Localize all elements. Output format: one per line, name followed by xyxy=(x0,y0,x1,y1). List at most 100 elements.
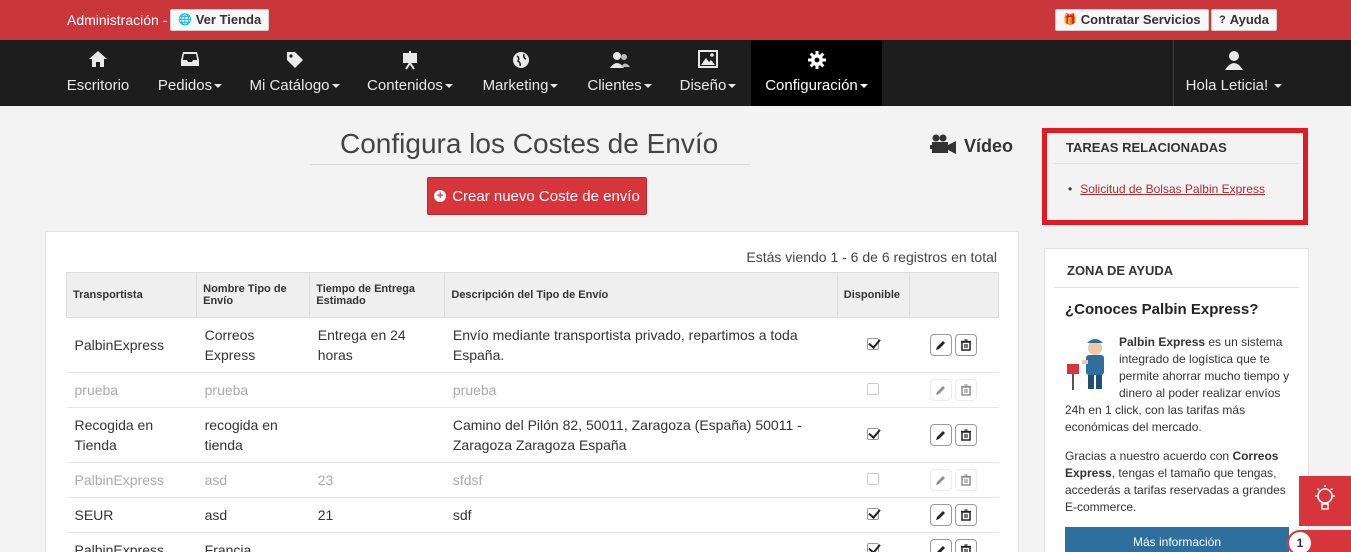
column-header[interactable]: Tiempo de Entrega Estimado xyxy=(309,272,446,318)
nav-contenidos[interactable]: Contenidos xyxy=(358,40,462,106)
create-shipping-cost-button[interactable]: + Crear nuevo Coste de envío xyxy=(427,177,647,215)
nav-escritorio[interactable]: Escritorio xyxy=(57,40,139,106)
edit-button[interactable] xyxy=(930,469,953,491)
contratar-servicios-button[interactable]: 🎁 Contratar Servicios xyxy=(1055,9,1209,31)
tag-icon xyxy=(242,50,347,70)
actions-header xyxy=(908,272,1000,318)
shipping-name-cell: asd xyxy=(196,462,310,498)
trash-icon xyxy=(961,384,972,396)
records-count: Estás viendo 1 - 6 de 6 registros en tot… xyxy=(746,249,997,265)
available-cell xyxy=(837,372,910,408)
delivery-time-cell: Entrega en 24 horas xyxy=(309,317,445,373)
available-checkbox[interactable] xyxy=(867,508,880,520)
more-info-button[interactable]: Más información xyxy=(1065,527,1289,552)
pencil-icon xyxy=(936,386,946,395)
plus-circle-icon: + xyxy=(434,190,447,202)
nav-clientes[interactable]: Clientes xyxy=(579,40,660,106)
shipping-name-cell: prueba xyxy=(196,372,310,408)
nav-label: Hola Leticia! xyxy=(1174,77,1294,94)
description-cell: Envío mediante transportista privado, re… xyxy=(444,317,838,373)
nav-label: Escritorio xyxy=(66,77,130,94)
create-button-label: Crear nuevo Coste de envío xyxy=(452,187,640,205)
ver-tienda-button[interactable]: 🌐 Ver Tienda xyxy=(170,9,270,31)
user-menu[interactable]: Hola Leticia! xyxy=(1174,40,1294,106)
available-checkbox[interactable] xyxy=(867,543,880,552)
help-paragraph-1: Palbin Express es un sistema integrado d… xyxy=(1065,335,1290,434)
delete-button[interactable] xyxy=(955,504,978,526)
trash-icon xyxy=(961,474,972,486)
nav-label: Pedidos xyxy=(149,77,231,94)
easel-icon xyxy=(358,50,462,70)
tips-tab[interactable] xyxy=(1299,476,1351,526)
available-checkbox[interactable] xyxy=(867,338,880,350)
available-checkbox[interactable] xyxy=(867,428,880,440)
available-checkbox[interactable] xyxy=(867,383,880,395)
contratar-label: Contratar Servicios xyxy=(1080,12,1201,27)
available-cell xyxy=(837,462,910,498)
carrier-cell: PalbinExpress xyxy=(66,317,197,373)
trash-icon xyxy=(961,509,972,521)
delete-button[interactable] xyxy=(955,379,978,401)
actions-cell xyxy=(909,462,999,498)
nav-pedidos[interactable]: Pedidos xyxy=(149,40,231,106)
carrier-cell: PalbinExpress xyxy=(66,462,197,498)
related-task-link[interactable]: Solicitud de Bolsas Palbin Express xyxy=(1068,182,1265,196)
edit-button[interactable] xyxy=(930,539,953,552)
delete-button[interactable] xyxy=(955,539,978,552)
actions-cell xyxy=(909,532,999,552)
nav-label: Marketing xyxy=(472,77,569,94)
available-cell xyxy=(837,407,910,463)
nav-mi-catalogo[interactable]: Mi Catálogo xyxy=(242,40,347,106)
ayuda-button[interactable]: ? Ayuda xyxy=(1211,9,1277,31)
globe-icon: 🌐 xyxy=(178,14,192,26)
related-tasks-title: TAREAS RELACIONADAS xyxy=(1066,140,1227,155)
table-row: PalbinExpress Correos Express Entrega en 2… xyxy=(66,317,999,373)
delivery-time-cell: 21 xyxy=(309,497,445,533)
edit-button[interactable] xyxy=(930,334,953,356)
nav-diseno[interactable]: Diseño xyxy=(670,40,746,106)
shipping-costs-table: Transportista Nombre Tipo de Envío Tiemp… xyxy=(65,272,1000,552)
admin-label: Administración - xyxy=(67,12,168,28)
trash-icon xyxy=(961,339,972,351)
trash-icon xyxy=(961,544,972,552)
nav-label: Contenidos xyxy=(358,77,462,94)
description-cell: prueba xyxy=(444,372,838,408)
table-row: PalbinExpress Francia xyxy=(66,532,999,552)
nav-marketing[interactable]: Marketing xyxy=(472,40,569,106)
delete-button[interactable] xyxy=(955,334,978,356)
available-checkbox[interactable] xyxy=(867,473,880,485)
page-title: Configura los Costes de Envío xyxy=(340,128,719,159)
video-label: Vídeo xyxy=(964,136,1014,156)
edit-button[interactable] xyxy=(930,504,953,526)
table-row: prueba prueba prueba xyxy=(66,372,999,408)
gear-icon xyxy=(751,50,882,70)
delete-button[interactable] xyxy=(955,424,978,446)
video-camera-icon xyxy=(930,134,958,159)
main-nav: Escritorio Pedidos Mi Catálogo Contenido… xyxy=(0,40,1351,106)
actions-cell xyxy=(909,407,999,463)
actions-cell xyxy=(909,497,999,533)
nav-label: Clientes xyxy=(579,77,660,94)
description-cell: sfdsf xyxy=(444,462,838,498)
help-zone: ZONA DE AYUDA ¿Conoces Palbin Express? P… xyxy=(1044,248,1309,552)
column-header[interactable]: Disponible xyxy=(836,272,910,318)
delete-button[interactable] xyxy=(955,469,978,491)
ayuda-label: Ayuda xyxy=(1229,12,1269,27)
column-header[interactable]: Descripción del Tipo de Envío xyxy=(444,272,838,318)
carrier-cell: SEUR xyxy=(66,497,197,533)
column-header[interactable]: Transportista xyxy=(65,272,198,318)
inbox-icon xyxy=(149,50,231,70)
edit-button[interactable] xyxy=(930,379,953,401)
pencil-icon xyxy=(936,341,946,350)
video-button[interactable]: Vídeo xyxy=(930,134,1013,159)
nav-label: Mi Catálogo xyxy=(242,77,347,94)
shipping-costs-panel: Estás viendo 1 - 6 de 6 registros en tot… xyxy=(45,231,1019,552)
description-cell: Camino del Pilón 82, 50011, Zaragoza (Es… xyxy=(444,407,838,463)
globe-icon xyxy=(472,50,569,70)
shipping-name-cell: recogida en tienda xyxy=(196,407,310,463)
delivery-time-cell: 23 xyxy=(309,462,445,498)
column-header[interactable]: Nombre Tipo de Envío xyxy=(196,272,311,318)
edit-button[interactable] xyxy=(930,424,953,446)
nav-configuracion[interactable]: Configuración xyxy=(751,40,882,106)
shipping-name-cell: Correos Express xyxy=(196,317,310,373)
